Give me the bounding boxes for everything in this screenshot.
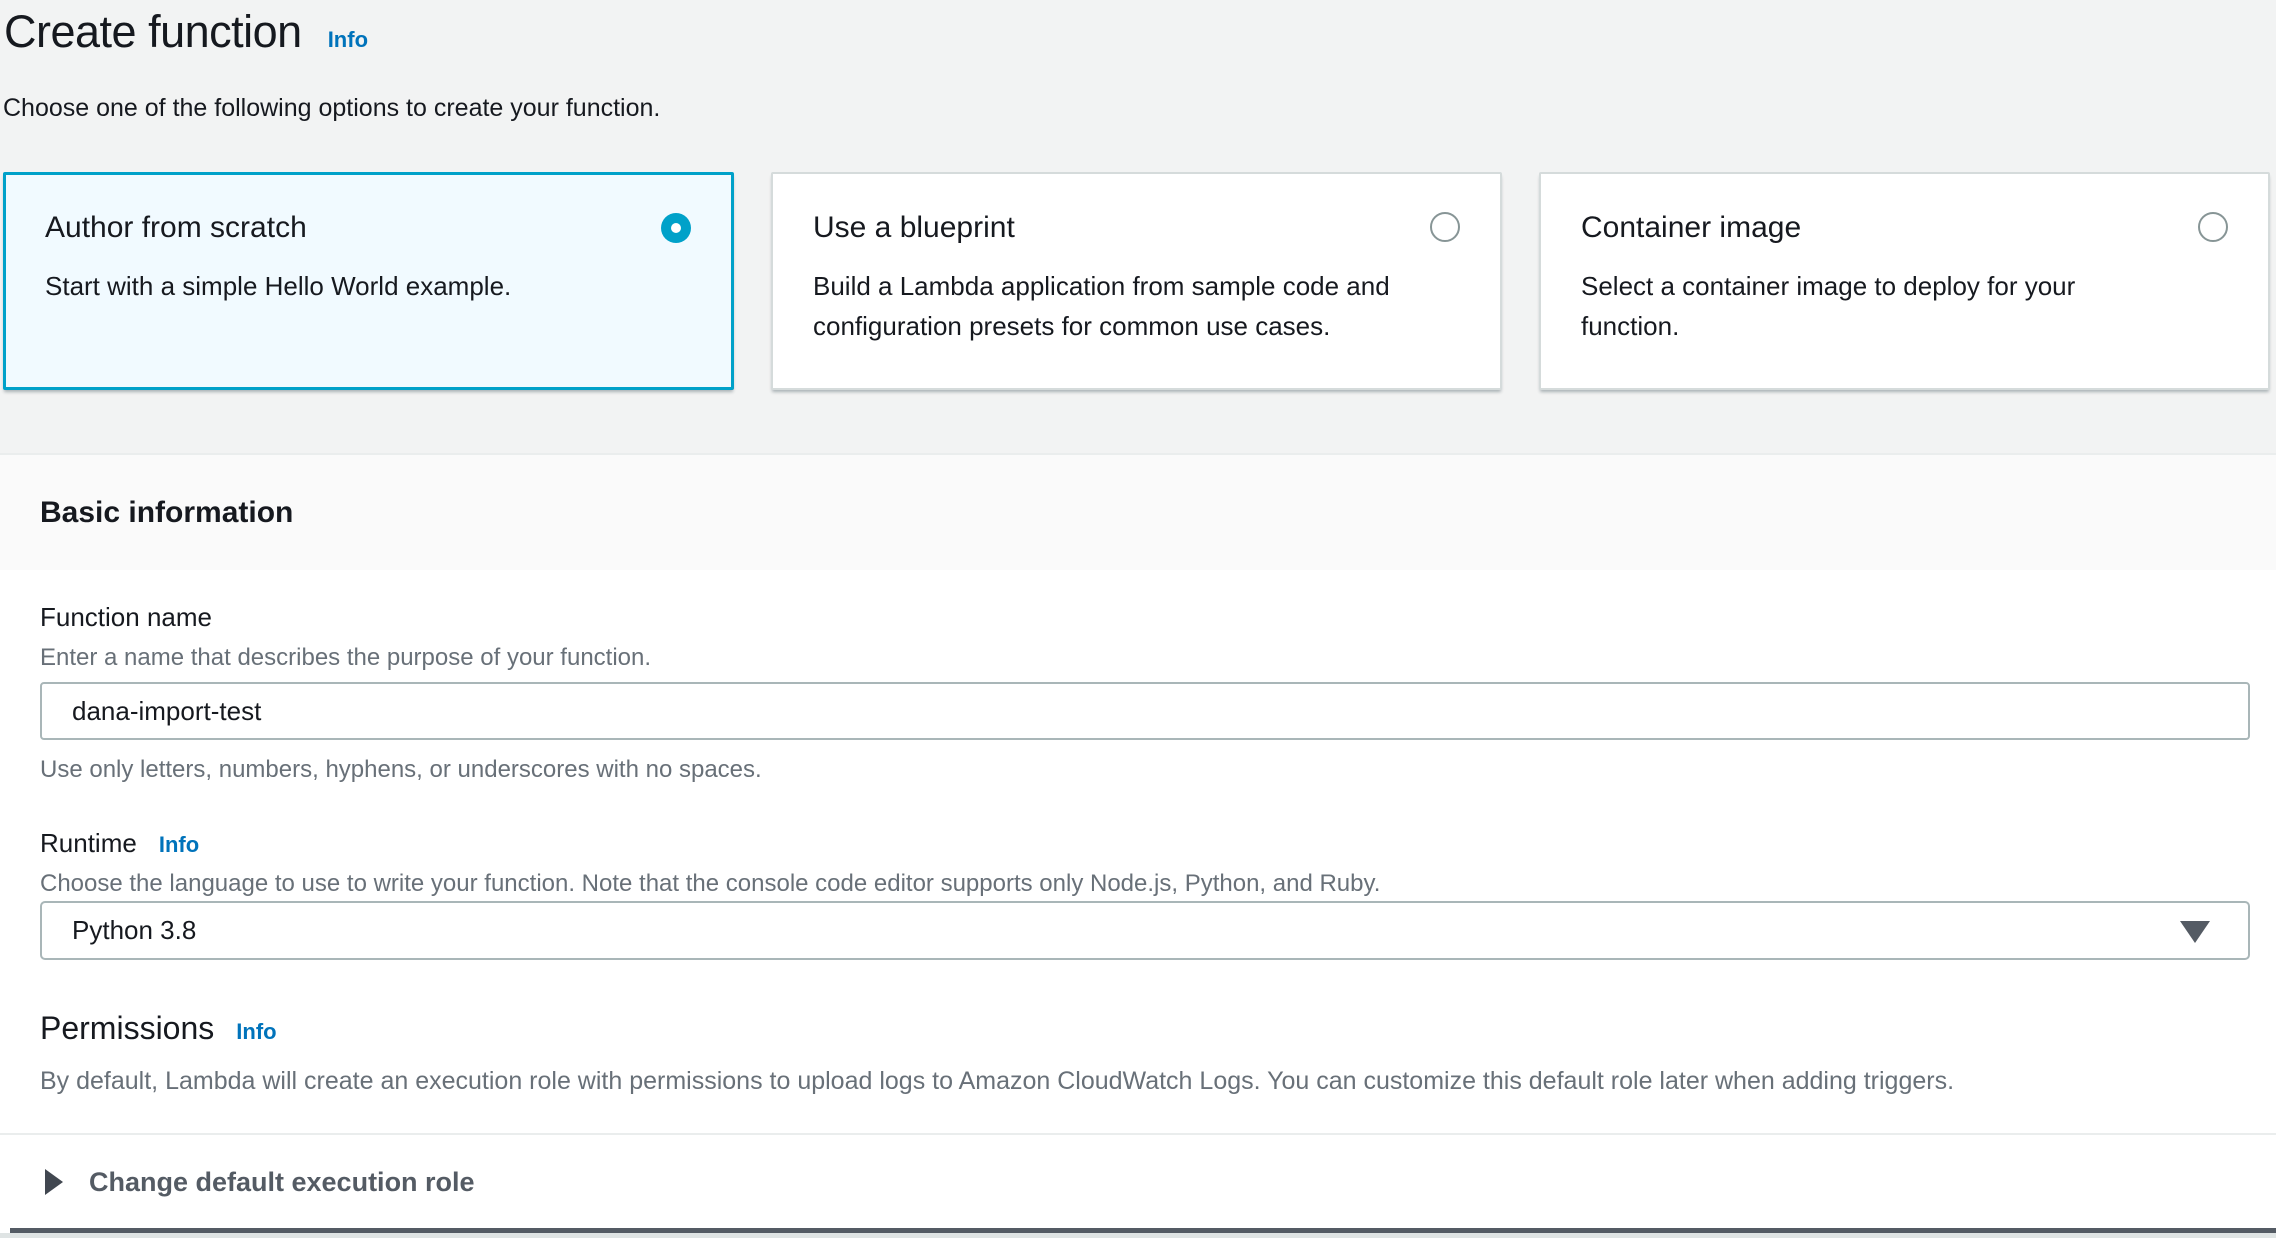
page-title-info-link[interactable]: Info bbox=[328, 27, 368, 53]
card-use-a-blueprint[interactable]: Use a blueprint Build a Lambda applicati… bbox=[771, 172, 1502, 390]
permissions-description: By default, Lambda will create an execut… bbox=[40, 1067, 1954, 1096]
card-author-from-scratch[interactable]: Author from scratch Start with a simple … bbox=[3, 172, 734, 390]
radio-unchecked-icon[interactable] bbox=[1430, 212, 1460, 242]
page-title: Create function bbox=[4, 0, 302, 64]
bottom-edge-strip bbox=[0, 1233, 2276, 1238]
create-function-page: Create function Info Choose one of the f… bbox=[0, 0, 2276, 1238]
caret-right-icon bbox=[45, 1169, 63, 1195]
card-title: Author from scratch bbox=[45, 210, 692, 246]
section-divider bbox=[0, 1133, 2276, 1135]
function-name-input[interactable] bbox=[40, 682, 2250, 740]
permissions-heading: Permissions bbox=[40, 1010, 214, 1047]
expander-label: Change default execution role bbox=[89, 1162, 475, 1202]
radio-checked-icon[interactable] bbox=[661, 213, 691, 243]
runtime-label-row: Runtime Info bbox=[40, 828, 199, 859]
page-header: Create function Info bbox=[4, 0, 368, 64]
runtime-info-link[interactable]: Info bbox=[159, 832, 199, 858]
permissions-info-link[interactable]: Info bbox=[236, 1019, 276, 1045]
basic-information-header: Basic information bbox=[0, 453, 2276, 570]
chevron-down-icon bbox=[2180, 921, 2210, 943]
card-container-image[interactable]: Container image Select a container image… bbox=[1539, 172, 2270, 390]
card-title: Use a blueprint bbox=[813, 210, 1460, 246]
function-name-label: Function name bbox=[40, 602, 212, 633]
function-name-description: Enter a name that describes the purpose … bbox=[40, 644, 651, 672]
runtime-selected-option: Python 3.8 bbox=[72, 915, 196, 946]
function-name-constraint: Use only letters, numbers, hyphens, or u… bbox=[40, 756, 762, 784]
card-description: Start with a simple Hello World example. bbox=[45, 266, 692, 306]
runtime-label: Runtime bbox=[40, 828, 137, 859]
radio-unchecked-icon[interactable] bbox=[2198, 212, 2228, 242]
card-title: Container image bbox=[1581, 210, 2228, 246]
runtime-description: Choose the language to use to write your… bbox=[40, 870, 1380, 898]
card-description: Select a container image to deploy for y… bbox=[1581, 266, 2228, 346]
basic-information-panel: Function name Enter a name that describe… bbox=[0, 570, 2276, 1238]
runtime-select[interactable]: Python 3.8 bbox=[40, 901, 2250, 960]
card-description: Build a Lambda application from sample c… bbox=[813, 266, 1460, 346]
basic-information-heading: Basic information bbox=[40, 496, 293, 530]
permissions-header: Permissions Info bbox=[40, 1010, 277, 1047]
change-default-execution-role-expander[interactable]: Change default execution role bbox=[45, 1162, 475, 1202]
page-subtitle: Choose one of the following options to c… bbox=[3, 94, 660, 123]
creation-option-cards: Author from scratch Start with a simple … bbox=[3, 172, 2270, 390]
